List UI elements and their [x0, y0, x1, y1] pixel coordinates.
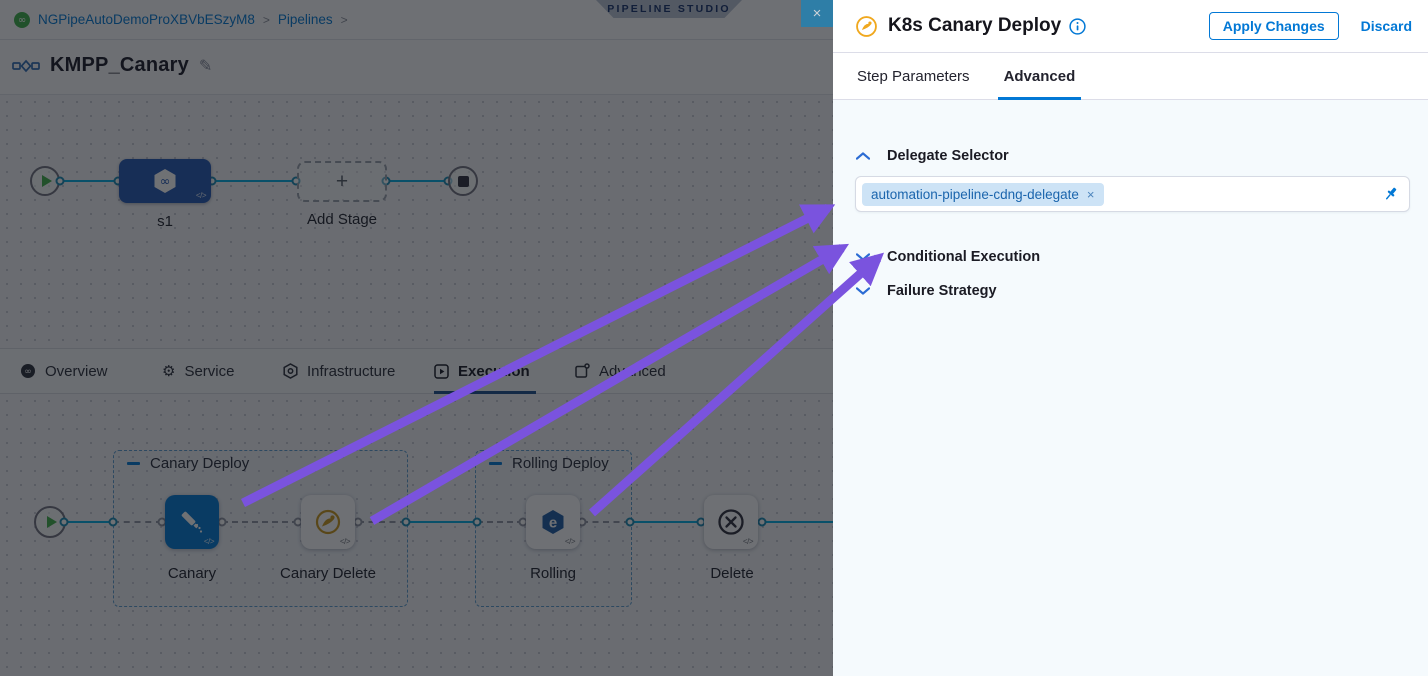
- delegate-tag-text: automation-pipeline-cdng-delegate: [871, 187, 1079, 202]
- app-window: ∞ NGPipeAutoDemoProXBVbESzyM8 > Pipeline…: [0, 0, 1428, 676]
- section-label: Delegate Selector: [887, 148, 1009, 164]
- drawer-content: Delegate Selector automation-pipeline-cd…: [833, 100, 1428, 676]
- section-label: Failure Strategy: [887, 283, 997, 299]
- chevron-down-icon: [856, 253, 870, 261]
- chevron-up-icon: [856, 152, 870, 160]
- drawer-tabs: Step Parameters Advanced: [833, 53, 1428, 100]
- info-icon[interactable]: [1069, 18, 1086, 35]
- section-delegate-selector[interactable]: Delegate Selector: [856, 148, 1009, 164]
- section-failure-strategy[interactable]: Failure Strategy: [856, 283, 997, 299]
- chevron-down-icon: [856, 287, 870, 295]
- tab-advanced[interactable]: Advanced: [1004, 53, 1076, 99]
- section-label: Conditional Execution: [887, 249, 1040, 265]
- remove-tag-icon[interactable]: ×: [1087, 188, 1095, 201]
- close-icon: ×: [813, 5, 822, 22]
- tab-step-parameters[interactable]: Step Parameters: [857, 53, 970, 99]
- pin-icon[interactable]: [1383, 186, 1400, 203]
- drawer-title: K8s Canary Deploy: [888, 15, 1061, 37]
- modal-scrim: [0, 0, 833, 676]
- drawer-header: K8s Canary Deploy Apply Changes Discard: [833, 0, 1428, 53]
- delegate-tag: automation-pipeline-cdng-delegate ×: [862, 183, 1104, 206]
- step-config-drawer: K8s Canary Deploy Apply Changes Discard …: [833, 0, 1428, 676]
- discard-button[interactable]: Discard: [1361, 18, 1412, 34]
- k8s-canary-step-icon: [855, 15, 878, 38]
- apply-changes-button[interactable]: Apply Changes: [1209, 12, 1339, 40]
- close-drawer-button[interactable]: ×: [801, 0, 833, 27]
- delegate-selector-input[interactable]: automation-pipeline-cdng-delegate ×: [855, 176, 1410, 212]
- section-conditional-execution[interactable]: Conditional Execution: [856, 249, 1040, 265]
